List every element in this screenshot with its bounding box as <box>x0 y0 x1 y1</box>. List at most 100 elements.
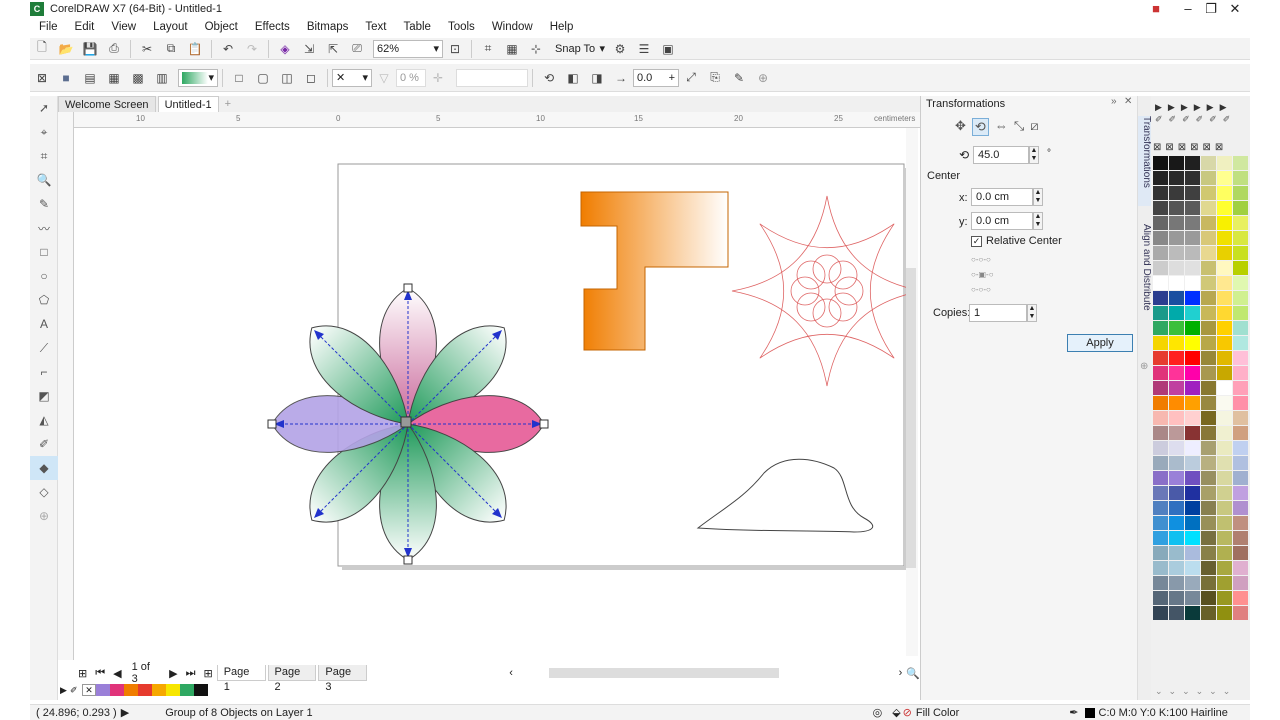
apply-button[interactable]: Apply <box>1067 334 1133 352</box>
first-page-icon[interactable]: ⏮ <box>91 667 109 680</box>
drawing-canvas[interactable] <box>74 128 923 656</box>
show-guidelines-icon[interactable]: ⊹ <box>527 40 545 58</box>
swatch-purple[interactable] <box>96 684 110 696</box>
angle-field[interactable]: 0.0 + <box>633 68 679 87</box>
tab-untitled-1[interactable]: Untitled-1 <box>157 96 219 112</box>
import-icon[interactable]: ⇲ <box>300 40 318 58</box>
relative-center-checkbox[interactable]: ✓ <box>971 236 982 247</box>
account-icon[interactable]: ■ <box>1144 0 1168 18</box>
palette-column-2[interactable] <box>1169 156 1185 621</box>
conical-fountain-icon[interactable]: ◫ <box>278 69 296 87</box>
add-page-after-icon[interactable]: ⊞ <box>199 667 216 680</box>
center-x-spinner[interactable]: ▲ ▼ <box>1033 188 1043 206</box>
add-page-icon[interactable]: ⊞ <box>74 667 91 680</box>
restore-button[interactable]: ❐ <box>1199 0 1223 18</box>
paste-icon[interactable]: 📋 <box>186 40 204 58</box>
page-tab-2[interactable]: Page 2 <box>267 665 317 693</box>
zoom-navigator-icon[interactable]: 🔍 <box>906 667 920 680</box>
show-rulers-icon[interactable]: ⌗ <box>479 40 497 58</box>
swatch-amber[interactable] <box>152 684 166 696</box>
menu-effects[interactable]: Effects <box>246 21 298 33</box>
scroll-right-icon[interactable]: › <box>899 667 903 679</box>
new-document-icon[interactable]: 🗋 <box>33 40 51 58</box>
center-x-input[interactable]: 0.0 cm <box>971 188 1033 206</box>
node-position-field[interactable] <box>456 68 528 87</box>
menu-object[interactable]: Object <box>196 21 246 33</box>
menu-text[interactable]: Text <box>356 21 394 33</box>
undo-icon[interactable]: ↶ <box>219 40 237 58</box>
shape-tool-icon[interactable]: ⌖ <box>30 120 58 144</box>
transparency-field[interactable]: 0 % <box>396 68 426 87</box>
add-tool-icon[interactable]: ⊕ <box>30 504 58 528</box>
palette-scroll-arrows[interactable]: ▶▶▶▶▶▶ <box>1155 102 1233 113</box>
edit-fill-icon[interactable]: ✎ <box>730 69 748 87</box>
text-tool-icon[interactable]: A <box>30 312 58 336</box>
rotation-angle-input[interactable]: 45.0 <box>973 146 1029 164</box>
page-tab-1[interactable]: Page 1 <box>216 665 266 693</box>
position-mode-icon[interactable]: ✥ <box>955 118 966 136</box>
polygon-tool-icon[interactable]: ⬠ <box>30 288 58 312</box>
scroll-left-icon[interactable]: ‹ <box>509 667 513 679</box>
page-tab-3[interactable]: Page 3 <box>318 665 368 693</box>
fill-picker[interactable]: ▾ <box>178 68 218 87</box>
mirror-fill-icon[interactable]: ◧ <box>564 69 582 87</box>
rectangle-tool-icon[interactable]: □ <box>30 240 58 264</box>
orange-shape[interactable] <box>580 191 729 351</box>
interactive-fill-icon[interactable]: ◆ <box>30 456 58 480</box>
new-tab-icon[interactable]: + <box>221 96 235 112</box>
swatch-green[interactable] <box>180 684 194 696</box>
free-scale-icon[interactable]: ⤢ <box>682 69 700 87</box>
publish-pdf-icon[interactable]: ⎚ <box>348 40 366 58</box>
blend-combo[interactable]: ✕ ▾ <box>332 68 372 87</box>
menu-file[interactable]: File <box>30 21 66 33</box>
palette-play-icon[interactable]: ▶ <box>60 685 70 696</box>
smooth-blend-icon[interactable]: ◨ <box>588 69 606 87</box>
acceleration-icon[interactable]: → <box>612 69 630 87</box>
swatch-yellow[interactable] <box>166 684 180 696</box>
size-mode-icon[interactable]: ⤡ <box>1014 118 1024 136</box>
no-fill-icon[interactable]: ⊠ <box>33 69 51 87</box>
smart-fill-icon[interactable]: ◇ <box>30 480 58 504</box>
menu-bitmaps[interactable]: Bitmaps <box>298 21 357 33</box>
ellipse-tool-icon[interactable]: ○ <box>30 264 58 288</box>
skew-mode-icon[interactable]: ⧄ <box>1030 118 1038 136</box>
docker-close-icon[interactable]: ✕ <box>1124 96 1132 107</box>
close-button[interactable]: ✕ <box>1223 0 1247 18</box>
vertical-ruler[interactable] <box>58 112 74 660</box>
menu-window[interactable]: Window <box>483 21 541 33</box>
hill-shape[interactable] <box>696 458 874 533</box>
redo-icon[interactable]: ↷ <box>243 40 261 58</box>
parallel-dimension-icon[interactable]: ⟋ <box>30 336 58 360</box>
copy-icon[interactable]: ⧉ <box>162 40 180 58</box>
side-tab-align-distribute[interactable]: Align and Distribute <box>1138 224 1152 334</box>
zoom-combo[interactable]: 62% ▾ <box>373 39 443 58</box>
swatch-black[interactable] <box>194 684 208 696</box>
zoom-tool-icon[interactable]: 🔍 <box>30 168 58 192</box>
rotation-spinner[interactable]: ▲ ▼ <box>1029 146 1039 164</box>
show-grid-icon[interactable]: ▦ <box>503 40 521 58</box>
center-y-spinner[interactable]: ▲ ▼ <box>1033 212 1043 230</box>
no-color-swatches[interactable]: ⊠⊠⊠⊠⊠⊠ <box>1153 142 1227 153</box>
postscript-fill-icon[interactable]: ▥ <box>153 69 171 87</box>
horizontal-scroll-thumb[interactable] <box>548 668 779 678</box>
crop-tool-icon[interactable]: ⌗ <box>30 144 58 168</box>
flower-group[interactable] <box>267 283 549 565</box>
vertical-scrollbar[interactable] <box>906 128 918 656</box>
color-profile-icon[interactable]: ◎ <box>873 706 883 719</box>
launch-icon[interactable]: ▣ <box>659 40 677 58</box>
anchor-grid-icon[interactable]: ○-○-○ ○-▣-○ ○-○-○ <box>971 252 1011 297</box>
palette-eyedropper-icons[interactable]: ✐✐✐✐✐✐ <box>1155 114 1236 125</box>
open-icon[interactable]: 📂 <box>57 40 75 58</box>
docker-collapse-icon[interactable]: » <box>1111 96 1117 107</box>
drop-shadow-icon[interactable]: ◩ <box>30 384 58 408</box>
quick-customize-icon[interactable]: ⊕ <box>754 69 772 87</box>
eyedropper-tool-icon[interactable]: ✐ <box>30 432 58 456</box>
menu-view[interactable]: View <box>102 21 144 33</box>
palette-scroll-down-icons[interactable]: ⌄⌄⌄⌄⌄⌄ <box>1155 686 1236 697</box>
palette-column-4[interactable] <box>1201 156 1217 621</box>
palette-column-1[interactable] <box>1153 156 1169 621</box>
linear-fountain-icon[interactable]: □ <box>230 69 248 87</box>
menu-table[interactable]: Table <box>394 21 439 33</box>
add-docker-icon[interactable]: ⊕ <box>1140 361 1148 372</box>
menu-layout[interactable]: Layout <box>144 21 196 33</box>
